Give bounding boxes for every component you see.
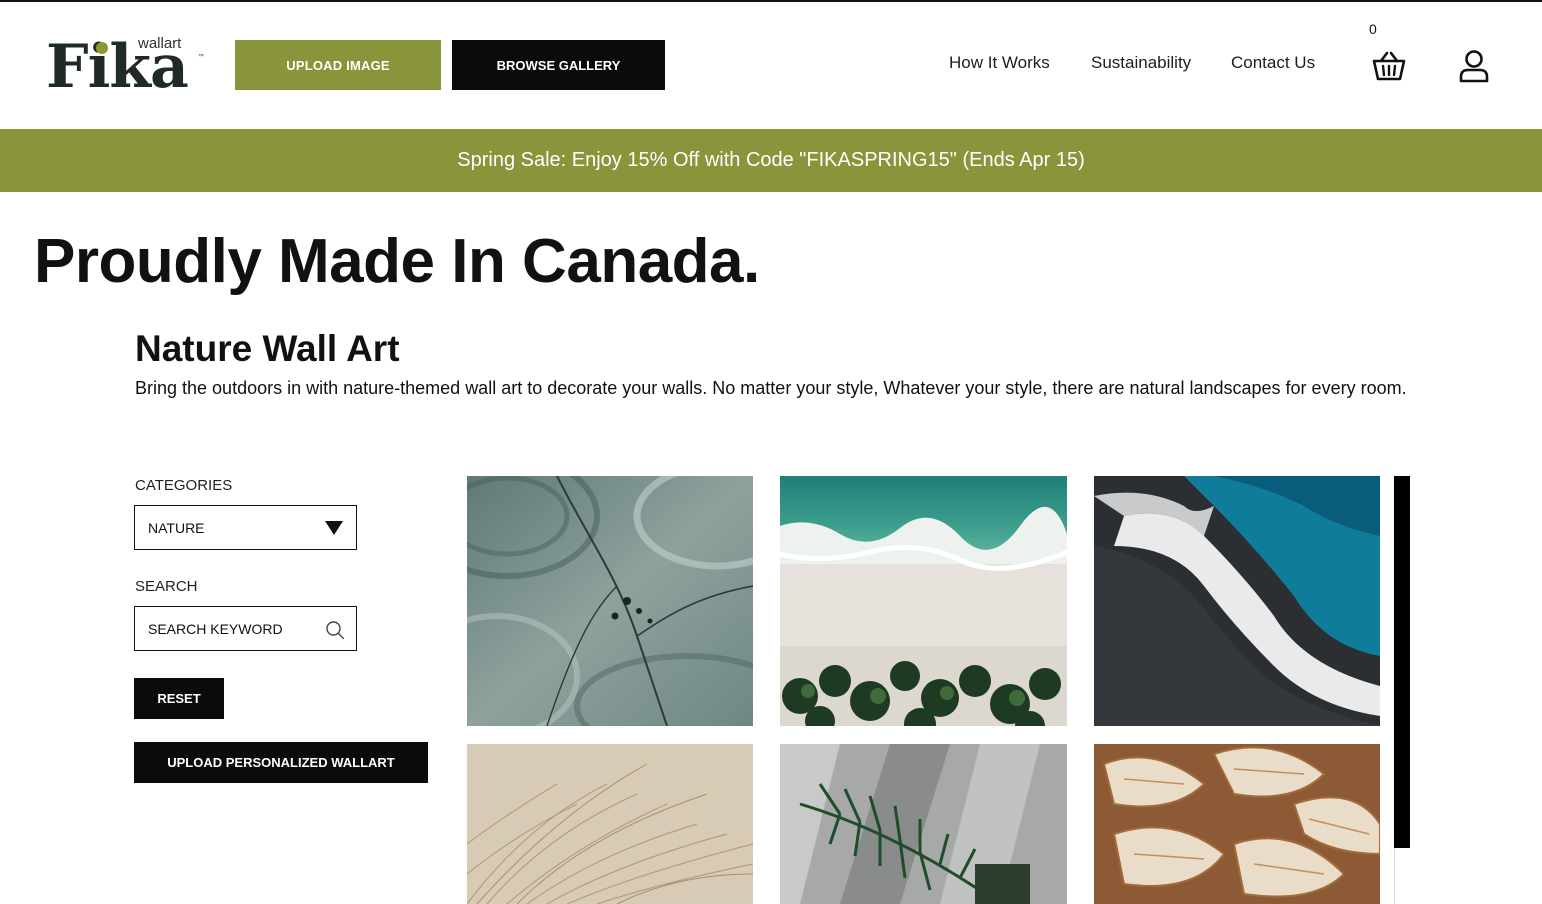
aerial-riverbed-image[interactable] (467, 476, 753, 726)
nav-contact-us[interactable]: Contact Us (1231, 53, 1315, 73)
upload-image-button[interactable]: UPLOAD IMAGE (235, 40, 441, 90)
cart-count-badge: 0 (1369, 21, 1377, 37)
hero-title: Proudly Made In Canada. (34, 227, 760, 296)
nav-sustainability[interactable]: Sustainability (1091, 53, 1191, 73)
search-input[interactable] (135, 607, 320, 650)
reset-button[interactable]: RESET (134, 678, 224, 719)
section-description: Bring the outdoors in with nature-themed… (135, 378, 1407, 398)
black-sand-wave-image[interactable] (1094, 476, 1380, 726)
gallery-scrollbar-thumb[interactable] (1394, 476, 1410, 848)
search-label: SEARCH (135, 578, 198, 595)
search-icon[interactable] (325, 620, 345, 640)
basket-icon[interactable] (1371, 50, 1407, 82)
nav-how-it-works[interactable]: How It Works (949, 53, 1050, 73)
category-selected-value: NATURE (148, 519, 205, 536)
logo-dot (96, 42, 108, 54)
user-icon[interactable] (1458, 49, 1490, 83)
site-header: Fika wallart ™ UPLOAD IMAGE BROWSE GALLE… (0, 2, 1542, 129)
section-title: Nature Wall Art (135, 328, 400, 369)
upload-personalized-wallart-button[interactable]: UPLOAD PERSONALIZED WALLART (134, 742, 428, 783)
fika-logo[interactable]: Fika wallart ™ (46, 34, 206, 100)
logo-subtitle: wallart (138, 35, 182, 52)
categories-label: CATEGORIES (135, 477, 233, 494)
beach-palms-image[interactable] (780, 476, 1067, 726)
logo-trademark: ™ (198, 54, 204, 60)
search-box (134, 606, 357, 651)
category-select[interactable]: NATURE (134, 505, 357, 550)
promo-banner: Spring Sale: Enjoy 15% Off with Code "FI… (0, 129, 1542, 192)
dry-grass-image[interactable] (467, 744, 753, 904)
browse-gallery-button[interactable]: BROWSE GALLERY (452, 40, 665, 90)
palm-leaf-shadow-image[interactable] (780, 744, 1067, 904)
dropdown-arrow-icon (325, 521, 343, 535)
seashells-image[interactable] (1094, 744, 1380, 904)
promo-text: Spring Sale: Enjoy 15% Off with Code "FI… (457, 149, 1085, 171)
